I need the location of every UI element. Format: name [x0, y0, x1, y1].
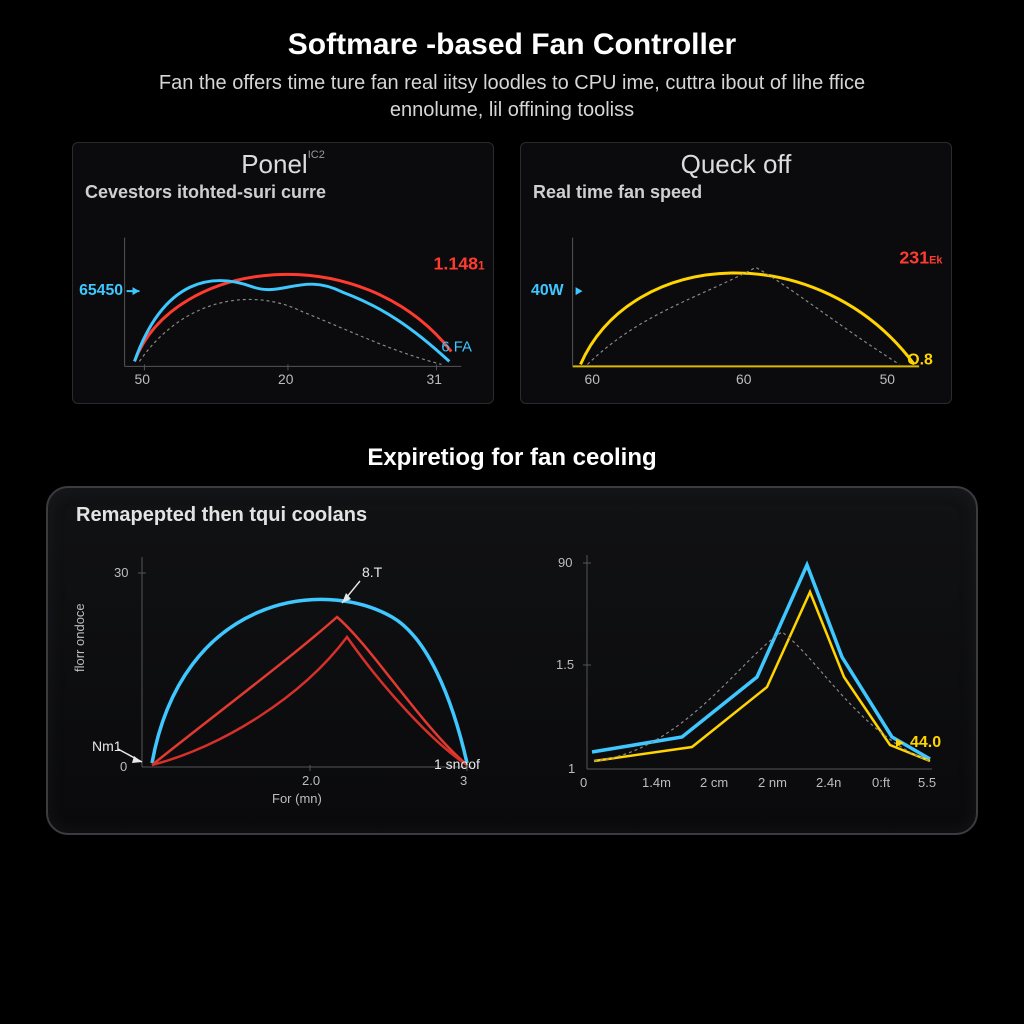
svg-text:3: 3: [460, 773, 467, 788]
svg-text:0: 0: [580, 775, 587, 790]
svg-text:50: 50: [135, 371, 151, 387]
svg-text:231Ek: 231Ek: [899, 247, 943, 267]
svg-text:1: 1: [568, 761, 575, 776]
svg-text:8.T: 8.T: [362, 564, 383, 580]
svg-text:0: 0: [120, 759, 127, 774]
panel-title: Queck off: [521, 149, 951, 180]
svg-text:30: 30: [114, 565, 128, 580]
panel-cooling: Remapepted then tqui coolans 30 0 florr …: [46, 486, 978, 835]
svg-text:1 snoof: 1 snoof: [434, 756, 480, 772]
chart-cooling-right: 90 1.5 1 44.0 0 1.4m 2 cm: [532, 537, 952, 807]
chart-cooling-left: 30 0 florr ondoce Nm1 8.T: [72, 537, 492, 807]
svg-text:2.0: 2.0: [302, 773, 320, 788]
svg-text:44.0: 44.0: [910, 734, 941, 751]
svg-text:1.1481: 1.1481: [433, 253, 485, 273]
panel-label: Remapepted then tqui coolans: [76, 504, 952, 527]
svg-text:2 nm: 2 nm: [758, 775, 787, 790]
svg-text:40W: 40W: [531, 282, 564, 299]
chart-ponel: 1.1481 65450 6 FA 50 20 31: [85, 209, 481, 395]
svg-text:2.4n: 2.4n: [816, 775, 841, 790]
svg-text:florr ondoce: florr ondoce: [72, 603, 87, 672]
svg-text:50: 50: [880, 371, 896, 387]
svg-text:20: 20: [278, 371, 294, 387]
svg-text:For (mn): For (mn): [272, 791, 322, 806]
svg-text:65450: 65450: [79, 282, 123, 299]
svg-text:0:ft: 0:ft: [872, 775, 890, 790]
page-subtitle: Fan the offers time ture fan real iitsy …: [122, 70, 902, 124]
svg-text:90: 90: [558, 555, 572, 570]
panel-label: Cevestors itohted-suri curre: [85, 182, 493, 203]
svg-text:2 cm: 2 cm: [700, 775, 728, 790]
section-title: Expiretiog for fan ceoling: [30, 444, 994, 472]
chart-queck: 231Ek 40W O.8 60 60 50: [533, 209, 939, 395]
svg-text:31: 31: [427, 371, 443, 387]
svg-text:60: 60: [584, 371, 600, 387]
panel-label: Real time fan speed: [533, 182, 951, 203]
svg-text:1.5: 1.5: [556, 657, 574, 672]
panel-queck-off: Queck off Real time fan speed 231Ek 40W …: [520, 142, 952, 404]
svg-text:Nm1: Nm1: [92, 738, 122, 754]
page-title: Softmare -based Fan Controller: [30, 28, 994, 62]
svg-text:6 FA: 6 FA: [441, 340, 472, 356]
svg-text:O.8: O.8: [907, 351, 933, 368]
panel-title: PonelIC2: [73, 149, 493, 180]
panel-ponel: PonelIC2 Cevestors itohted-suri curre 1.…: [72, 142, 494, 404]
svg-text:1.4m: 1.4m: [642, 775, 671, 790]
svg-text:5.5: 5.5: [918, 775, 936, 790]
svg-text:60: 60: [736, 371, 752, 387]
